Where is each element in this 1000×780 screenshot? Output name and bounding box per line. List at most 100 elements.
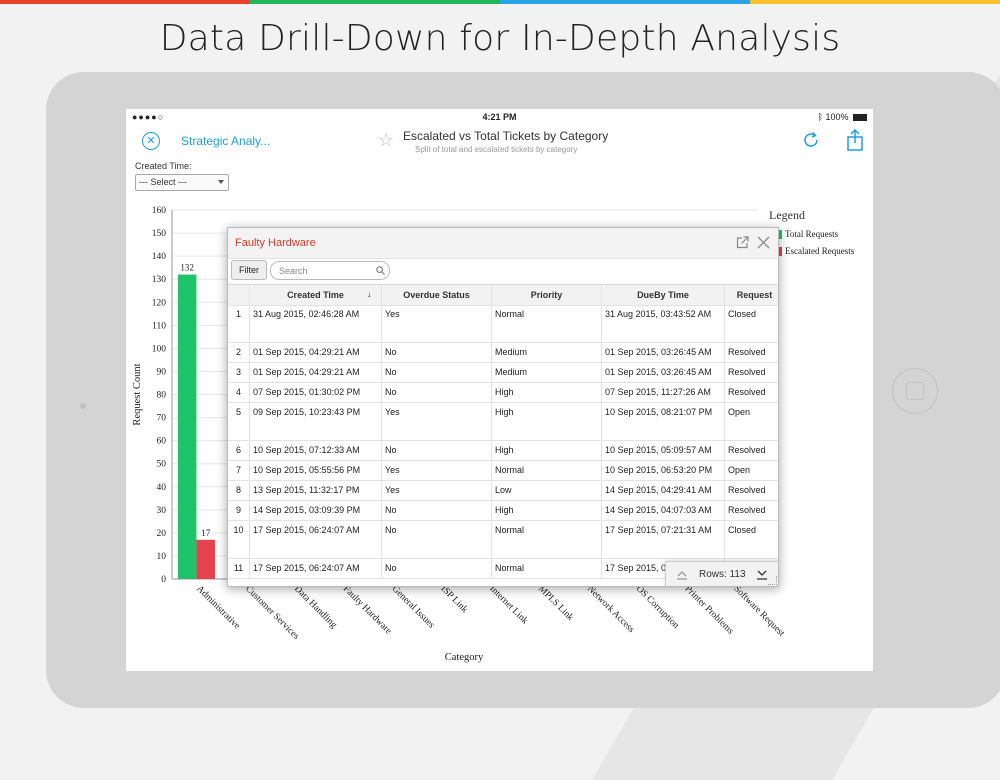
camera-dot: [80, 403, 86, 409]
favorite-star-icon[interactable]: ☆: [378, 130, 394, 151]
popup-title: Faulty Hardware: [235, 237, 316, 249]
popout-icon[interactable]: [736, 236, 749, 249]
data-label: 132: [180, 263, 194, 273]
table-cell: Normal: [491, 460, 601, 480]
legend-label-escalated: Escalated Requests: [785, 246, 855, 256]
table-cell: 14 Sep 2015, 04:07:03 AM: [601, 500, 724, 520]
table-cell: 10 Sep 2015, 08:21:07 PM: [601, 402, 724, 440]
status-bar: ●●●●○ 4:21 PM ᛒ 100%: [126, 109, 873, 125]
table-cell: 07 Sep 2015, 01:30:02 PM: [249, 382, 381, 402]
table-cell: Resolved: [724, 342, 778, 362]
y-tick-label: 130: [152, 275, 167, 285]
battery-icon: [853, 114, 867, 122]
column-header[interactable]: Request: [724, 285, 778, 305]
table-cell: High: [491, 440, 601, 460]
rows-count: Rows: 113: [699, 569, 746, 580]
table-cell: Yes: [381, 304, 491, 342]
table-cell: 17 Sep 2015, 06:24:07 AM: [249, 520, 381, 558]
bluetooth-icon: ᛒ: [817, 112, 823, 122]
close-icon[interactable]: [757, 236, 770, 249]
chevron-down-icon[interactable]: [756, 568, 768, 580]
table-row[interactable]: 10 17 Sep 2015, 06:24:07 AM No Normal 17 Sep…: [228, 520, 778, 559]
table-row[interactable]: 6 10 Sep 2015, 07:12:33 AM No High 10 Sep 20…: [228, 440, 778, 461]
table-row[interactable]: 9 14 Sep 2015, 03:09:39 PM No High 14 Sep 20…: [228, 500, 778, 521]
chart-legend: Legend Total Requests Escalated Requests: [769, 208, 854, 257]
y-tick-label: 160: [152, 206, 167, 216]
chevron-up-icon[interactable]: [676, 568, 688, 580]
table-cell: 10 Sep 2015, 06:53:20 PM: [601, 460, 724, 480]
table-cell: 14 Sep 2015, 04:29:41 AM: [601, 480, 724, 500]
table-cell: Resolved: [724, 500, 778, 520]
battery-percent: 100%: [825, 112, 849, 122]
data-label: 17: [201, 528, 211, 538]
close-icon[interactable]: ✕: [142, 132, 160, 150]
search-input[interactable]: Search: [270, 261, 390, 280]
report-title: Escalated vs Total Tickets by Category: [403, 129, 609, 143]
table-cell: Yes: [381, 402, 491, 440]
y-tick-label: 120: [152, 298, 167, 308]
sort-desc-icon[interactable]: ↓: [367, 289, 372, 299]
drilldown-popup: Faulty Hardware Filter Search Created Ti…: [227, 227, 779, 587]
legend-item-escalated[interactable]: Escalated Requests: [769, 246, 854, 257]
table-cell: 4: [235, 387, 241, 397]
table-cell: 01 Sep 2015, 03:26:45 AM: [601, 342, 724, 362]
table-row[interactable]: 3 01 Sep 2015, 04:29:21 AM No Medium 01 Sep …: [228, 362, 778, 383]
y-tick-label: 70: [157, 414, 167, 424]
rows-footer: Rows: 113: [665, 561, 778, 586]
x-tick-label: ISP Link: [438, 584, 469, 615]
brand-stripe-green: [250, 0, 500, 4]
column-header[interactable]: Overdue Status: [381, 285, 491, 305]
column-header[interactable]: Created Time: [249, 285, 381, 305]
back-link[interactable]: Strategic Analy...: [181, 134, 270, 148]
x-tick-label: Data Handling: [292, 584, 339, 631]
table-row[interactable]: 2 01 Sep 2015, 04:29:21 AM No Medium 01 Sep …: [228, 342, 778, 363]
table-row[interactable]: 8 13 Sep 2015, 11:32:17 PM Yes Low 14 Sep 20…: [228, 480, 778, 501]
y-axis-title: Request Count: [132, 363, 143, 425]
column-header[interactable]: [228, 285, 249, 305]
table-cell: 31 Aug 2015, 02:46:28 AM: [249, 304, 381, 342]
table-cell: No: [381, 440, 491, 460]
refresh-icon[interactable]: [800, 129, 822, 151]
table-cell: No: [381, 500, 491, 520]
column-header[interactable]: DueBy Time: [601, 285, 724, 305]
table-cell: Closed: [724, 304, 778, 342]
legend-item-total[interactable]: Total Requests: [769, 229, 854, 240]
table-cell: 13 Sep 2015, 11:32:17 PM: [249, 480, 381, 500]
x-tick-label: MPLS Link: [536, 584, 575, 623]
table-row[interactable]: 7 10 Sep 2015, 05:55:56 PM Yes Normal 10 Sep…: [228, 460, 778, 481]
column-header[interactable]: Priority: [491, 285, 601, 305]
search-placeholder: Search: [279, 266, 308, 276]
y-tick-label: 150: [152, 229, 167, 239]
table-row[interactable]: 5 09 Sep 2015, 10:23:43 PM Yes High 10 Sep 2…: [228, 402, 778, 441]
table-cell: 09 Sep 2015, 10:23:43 PM: [249, 402, 381, 440]
table-cell: No: [381, 558, 491, 578]
table-cell: High: [491, 382, 601, 402]
table-cell: Resolved: [724, 440, 778, 460]
table-cell: 17 Sep 2015, 07:21:31 AM: [601, 520, 724, 558]
table-cell: Open: [724, 402, 778, 440]
y-tick-label: 60: [157, 437, 167, 447]
y-tick-label: 50: [157, 460, 167, 470]
table-cell: 10: [233, 525, 244, 535]
home-button[interactable]: [892, 368, 938, 414]
table-cell: 10 Sep 2015, 05:09:57 AM: [601, 440, 724, 460]
filter-button[interactable]: Filter: [231, 260, 267, 280]
resize-handle[interactable]: [768, 576, 777, 585]
table-row[interactable]: 4 07 Sep 2015, 01:30:02 PM No High 07 Sep 20…: [228, 382, 778, 403]
x-tick-label: Faulty Hardware: [341, 584, 393, 636]
brand-stripe-yellow: [750, 0, 1000, 4]
report-subtitle: Split of total and escalated tickets by …: [415, 145, 578, 154]
x-axis-title: Category: [445, 652, 484, 663]
legend-title: Legend: [769, 208, 805, 222]
table-cell: No: [381, 382, 491, 402]
table-cell: 9: [235, 505, 241, 515]
share-icon[interactable]: [846, 128, 864, 152]
y-tick-label: 10: [157, 552, 167, 562]
table-row[interactable]: 1 31 Aug 2015, 02:46:28 AM Yes Normal 31 Aug…: [228, 304, 778, 343]
table-cell: Closed: [724, 520, 778, 558]
table-cell: Yes: [381, 460, 491, 480]
x-tick-label: Administrative: [194, 584, 241, 631]
table-cell: Resolved: [724, 362, 778, 382]
table-cell: High: [491, 402, 601, 440]
table-cell: 10 Sep 2015, 05:55:56 PM: [249, 460, 381, 480]
